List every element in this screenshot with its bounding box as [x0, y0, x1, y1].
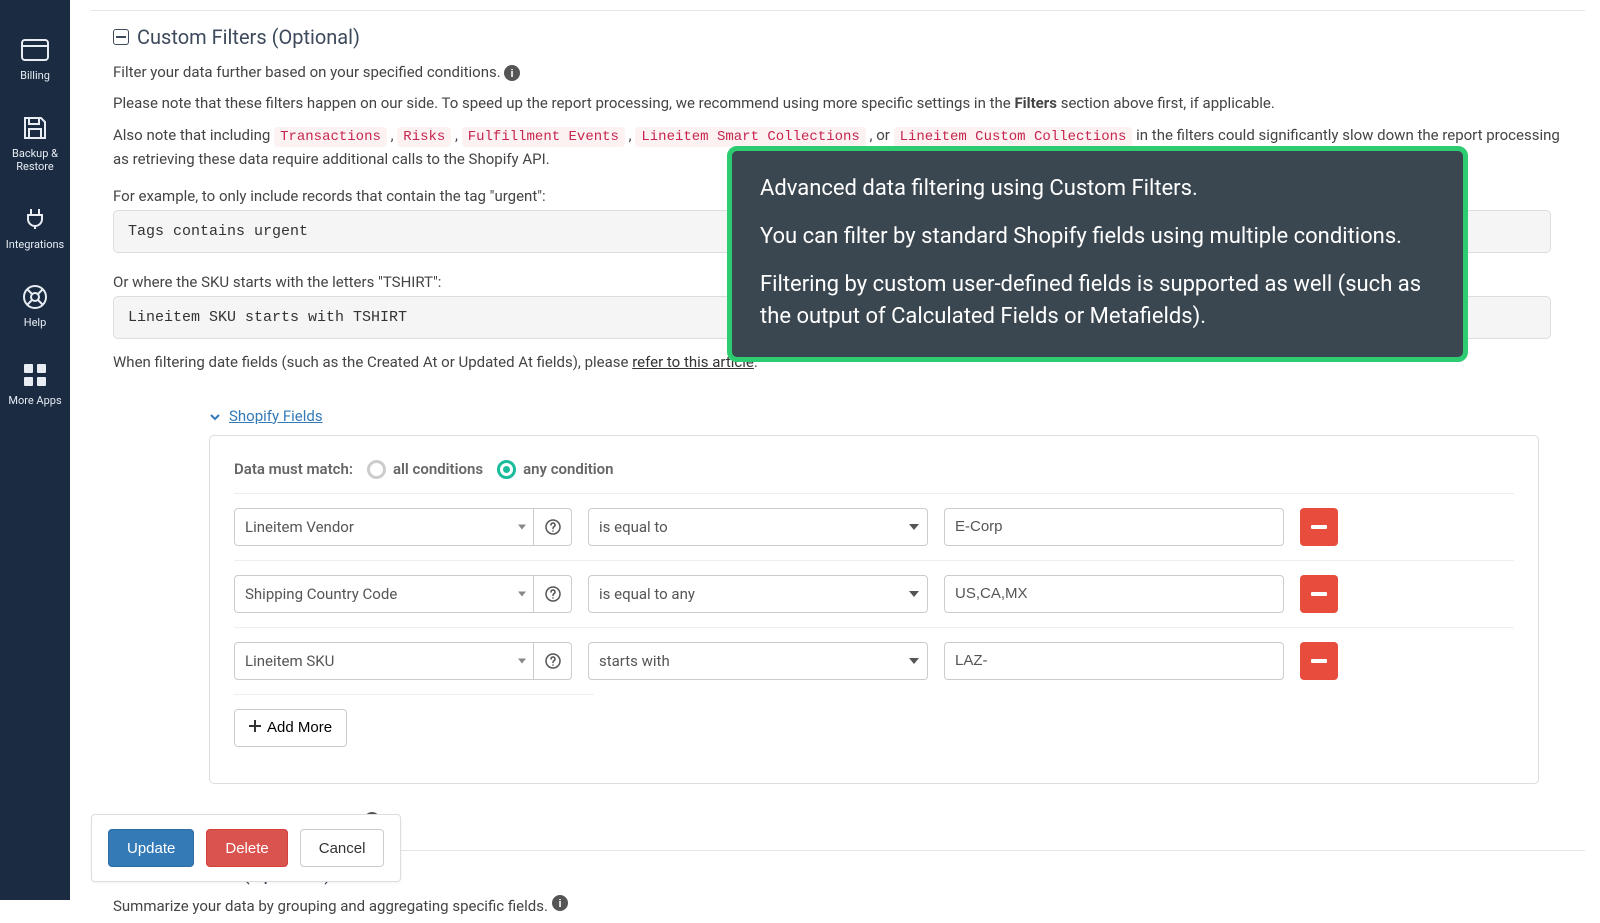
sidebar-label: Help [24, 316, 47, 329]
match-mode-row: Data must match: all conditions any cond… [234, 460, 1514, 479]
sidebar: Billing Backup & Restore Integrations He… [0, 0, 70, 900]
sidebar-item-more-apps[interactable]: More Apps [0, 359, 70, 407]
chevron-down-icon [209, 409, 223, 423]
info-icon[interactable]: i [552, 897, 568, 915]
billing-icon [19, 34, 51, 66]
field-help-button[interactable] [534, 508, 572, 546]
field-help-button[interactable] [534, 642, 572, 680]
grid-icon [19, 359, 51, 391]
value-input[interactable] [944, 508, 1284, 546]
plus-icon [249, 719, 261, 736]
operator-select[interactable]: is equal to any [588, 575, 928, 613]
caret-down-icon [518, 524, 526, 529]
field-select[interactable]: Lineitem SKU [234, 642, 534, 680]
filter-row: Lineitem Vendor is equal to [234, 493, 1514, 546]
custom-filters-header[interactable]: Custom Filters (Optional) [91, 10, 1585, 57]
add-more-row: Add More [234, 694, 594, 747]
sidebar-label: Billing [20, 69, 50, 82]
collapse-icon [113, 29, 129, 45]
field-help-button[interactable] [534, 575, 572, 613]
sidebar-label: Integrations [6, 238, 64, 251]
caret-down-icon [909, 524, 919, 530]
add-more-button[interactable]: Add More [234, 709, 347, 747]
filter-desc-1: Filter your data further based on your s… [91, 57, 1585, 88]
update-button[interactable]: Update [108, 829, 194, 867]
user-defined-fields-toggle[interactable]: User-Defined Fields i [209, 812, 1585, 832]
caret-down-icon [909, 658, 919, 664]
field-select[interactable]: Shipping Country Code [234, 575, 534, 613]
radio-all-conditions[interactable]: all conditions [367, 460, 483, 479]
callout-line-3: Filtering by custom user-defined fields … [760, 269, 1435, 333]
cancel-button[interactable]: Cancel [300, 829, 385, 867]
radio-icon [497, 460, 516, 479]
caret-down-icon [909, 591, 919, 597]
info-icon[interactable]: i [504, 65, 520, 81]
tag-custom-collections: Lineitem Custom Collections [894, 127, 1133, 147]
lifebuoy-icon [19, 281, 51, 313]
field-select[interactable]: Lineitem Vendor [234, 508, 534, 546]
sidebar-label: More Apps [8, 394, 61, 407]
action-bar: Update Delete Cancel [91, 814, 401, 882]
radio-icon [367, 460, 386, 479]
filter-row: Shipping Country Code is equal to any [234, 560, 1514, 613]
tag-transactions: Transactions [274, 127, 387, 147]
filter-row: Lineitem SKU starts with [234, 627, 1514, 680]
sidebar-label: Backup & Restore [12, 147, 58, 173]
callout-line-2: You can filter by standard Shopify field… [760, 221, 1435, 253]
caret-down-icon [518, 658, 526, 663]
sidebar-item-help[interactable]: Help [0, 281, 70, 329]
tag-smart-collections: Lineitem Smart Collections [635, 127, 865, 147]
tag-risks: Risks [397, 127, 451, 147]
remove-row-button[interactable] [1300, 642, 1338, 680]
sidebar-item-integrations[interactable]: Integrations [0, 203, 70, 251]
remove-row-button[interactable] [1300, 508, 1338, 546]
section-title: Custom Filters (Optional) [137, 25, 360, 49]
plug-icon [19, 203, 51, 235]
sidebar-item-billing[interactable]: Billing [0, 34, 70, 82]
shopify-fields-toggle[interactable]: Shopify Fields [209, 407, 1585, 425]
sidebar-item-backup[interactable]: Backup & Restore [0, 112, 70, 173]
callout-line-1: Advanced data filtering using Custom Fil… [760, 173, 1435, 205]
radio-any-condition[interactable]: any condition [497, 460, 613, 479]
caret-down-icon [518, 591, 526, 596]
main-content: Custom Filters (Optional) Filter your da… [91, 0, 1585, 922]
filter-desc-2: Please note that these filters happen on… [91, 88, 1585, 119]
save-icon [19, 112, 51, 144]
tour-callout: Advanced data filtering using Custom Fil… [727, 146, 1468, 362]
delete-button[interactable]: Delete [206, 829, 287, 867]
svg-text:i: i [511, 68, 514, 80]
shopify-fields-panel: Data must match: all conditions any cond… [209, 435, 1539, 784]
value-input[interactable] [944, 642, 1284, 680]
svg-text:i: i [558, 898, 561, 910]
operator-select[interactable]: is equal to [588, 508, 928, 546]
summarize-desc: Summarize your data by grouping and aggr… [91, 891, 1585, 922]
operator-select[interactable]: starts with [588, 642, 928, 680]
match-label: Data must match: [234, 460, 353, 478]
value-input[interactable] [944, 575, 1284, 613]
remove-row-button[interactable] [1300, 575, 1338, 613]
tag-fulfillment: Fulfillment Events [462, 127, 625, 147]
